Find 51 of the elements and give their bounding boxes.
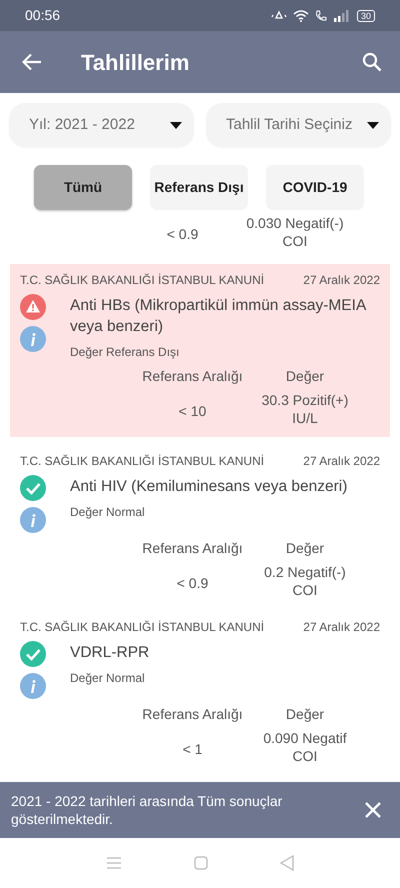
result-date: 27 Aralık 2022 [303,272,380,289]
status-text: Değer Referans Dışı [70,344,180,361]
reference-range: < 1 [182,740,202,759]
snackbar-message: 2021 - 2022 tarihleri arasında Tüm sonuçlar gösterilmektedir. [11,792,284,828]
check-icon [20,641,46,667]
test-name: VDRL-RPR [70,643,150,663]
info-icon[interactable] [20,326,46,352]
status-time: 00:56 [25,6,60,25]
back-icon[interactable] [280,855,294,871]
info-icon[interactable] [20,507,46,533]
filter-dropdown[interactable]: Yıl: 2021 - 2022 [9,103,194,147]
wifi-icon [292,10,309,22]
reference-range: < 0.9 [176,574,208,593]
status-text: Değer Normal [70,504,146,521]
status-text: Değer Normal [70,670,146,687]
filter-chip[interactable]: COVID-19 [266,165,364,210]
filter-chip[interactable]: Referans Dışı [150,165,248,210]
result-date: 27 Aralık 2022 [303,453,380,470]
info-icon[interactable] [20,673,46,699]
check-icon [20,475,46,501]
institution-name: T.C. SAĞLIK BAKANLIĞI İSTANBUL KANUNİ [20,453,264,470]
result-value: 0.030 Negatif(-) COI [245,214,345,250]
column-header: Değer [286,705,324,724]
test-name: Anti HBs (Mikropartikül immün assay-MEIA veya benzeri) [70,296,367,337]
institution-name: T.C. SAĞLIK BAKANLIĞI İSTANBUL KANUNİ [20,272,264,289]
column-header: Referans Aralığı [142,367,243,386]
battery-level: 30 [356,10,375,22]
column-header: Referans Aralığı [142,705,243,724]
filter-chip[interactable]: Tümü [34,165,132,210]
page-title: Tahlillerim [81,48,190,76]
reference-range: < 10 [178,402,206,421]
menu-icon[interactable] [106,856,122,870]
signal-icon [332,10,351,22]
result-card[interactable]: T.C. SAĞLIK BAKANLIĞI İSTANBUL KANUNİ 27 Aralık 2022 Anti HBs (Mikropartikül immün assay-MEIA veya benzeri) Değer Referans Dışı Referans Aralığı Değer < 10 30.3 Pozitif(+) IU/L [10,264,390,437]
search-button[interactable] [360,50,384,74]
dropdown-caret-icon [170,122,182,128]
phone-icon [314,10,327,22]
reference-range: < 0.9 [166,225,198,244]
result-date: 27 Aralık 2022 [303,619,380,636]
column-header: Değer [286,367,324,386]
warning-icon [20,294,46,320]
result-value: 0.2 Negatif(-) COI [263,563,347,599]
institution-name: T.C. SAĞLIK BAKANLIĞI İSTANBUL KANUNİ [20,619,264,636]
column-header: Değer [286,539,324,558]
home-icon[interactable] [194,856,208,870]
column-header: Referans Aralığı [142,539,243,558]
dropdown-caret-icon [367,122,379,128]
filter-dropdown[interactable]: Tahlil Tarihi Seçiniz [206,103,391,147]
result-value: 30.3 Pozitif(+) IU/L [260,391,350,427]
test-name: Anti HIV (Kemiluminesans veya benzeri) [70,477,348,497]
result-value: 0.090 Negatif COI [262,729,348,765]
